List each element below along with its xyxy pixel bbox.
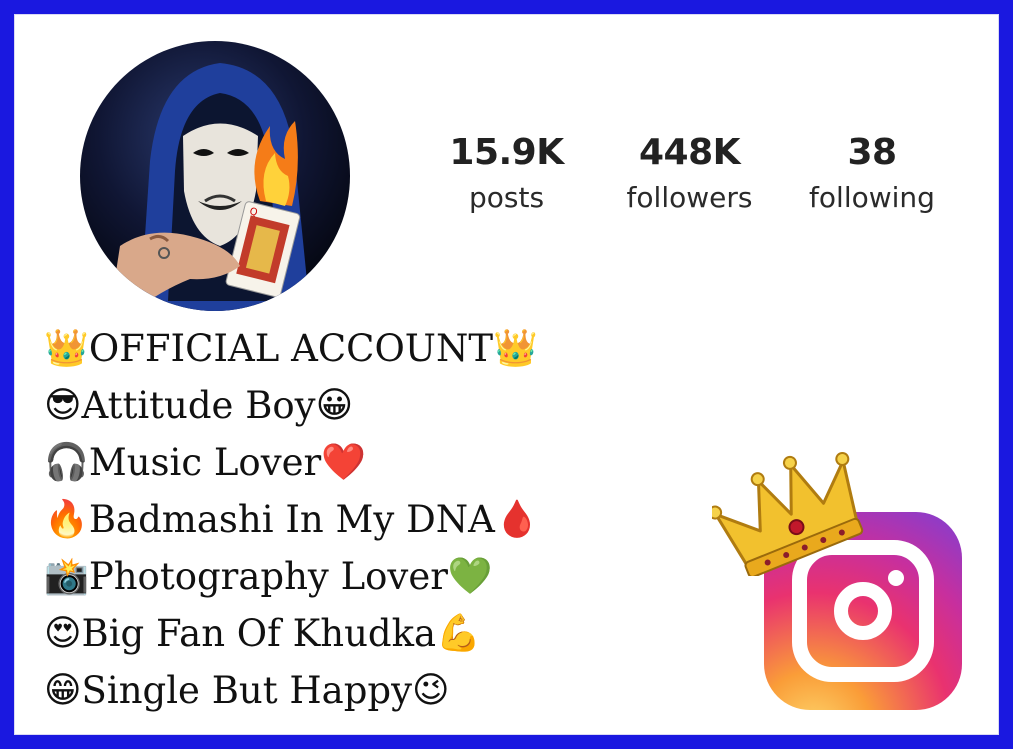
green-heart-emoji: 💚 [447, 555, 493, 597]
profile-avatar[interactable]: Q [80, 41, 350, 311]
avatar-illustration: Q [110, 63, 310, 311]
sunglasses-emoji: 😎 [44, 384, 82, 426]
posts-label: posts [468, 181, 545, 214]
headphones-emoji: 🎧 [44, 441, 89, 483]
wink-emoji: 😉 [411, 669, 450, 711]
fire-emoji: 🔥 [44, 498, 89, 540]
camera-flash-dot [888, 570, 904, 586]
crown-icon [712, 452, 864, 576]
following-count: 38 [847, 132, 897, 173]
crown-emoji: 👑 [44, 327, 89, 369]
flexed-biceps-emoji: 💪 [436, 612, 481, 654]
bio-line: 😁 Single But Happy 😉 [44, 662, 540, 719]
bio-text: OFFICIAL ACCOUNT [88, 327, 494, 370]
grin-emoji: 😀 [315, 384, 354, 426]
followers-count: 448K [638, 132, 741, 173]
bio-text: Photography Lover [88, 555, 448, 598]
heart-eyes-emoji: 😍 [44, 612, 82, 654]
bio-line: 🔥 Badmashi In My DNA 🩸 [44, 491, 540, 548]
bio-line: 😍 Big Fan Of Khudka 💪 [44, 605, 540, 662]
camera-flash-emoji: 📸 [44, 555, 89, 597]
bio-line: 🎧 Music Lover ❤️ [44, 434, 540, 491]
crown-emoji: 👑 [493, 327, 538, 369]
heart-emoji: ❤️ [321, 441, 367, 483]
bio-text: Big Fan Of Khudka [81, 612, 437, 655]
following-label: following [809, 181, 935, 214]
posts-count: 15.9K [449, 132, 564, 173]
camera-lens [834, 582, 892, 640]
stat-posts[interactable]: 15.9K posts [439, 132, 574, 214]
bio-text: Music Lover [88, 441, 322, 484]
bio-line: 📸 Photography Lover 💚 [44, 548, 540, 605]
bio-line: 👑 OFFICIAL ACCOUNT 👑 [44, 320, 540, 377]
followers-label: followers [626, 181, 753, 214]
bio-line: 😎 Attitude Boy 😀 [44, 377, 540, 434]
stat-following[interactable]: 38 following [797, 132, 947, 214]
beaming-face-emoji: 😁 [44, 669, 82, 711]
bio-text: Badmashi In My DNA [88, 498, 495, 541]
profile-bio: 👑 OFFICIAL ACCOUNT 👑 😎 Attitude Boy 😀 🎧 Music… [44, 320, 540, 719]
instagram-badge [712, 446, 982, 726]
bio-text: Attitude Boy [81, 384, 316, 427]
bio-text: Single But Happy [81, 669, 412, 712]
profile-card: Q 15.9K posts 448K followers 38 followin… [14, 14, 999, 735]
blood-drop-emoji: 🩸 [494, 498, 540, 540]
stat-followers[interactable]: 448K followers [612, 132, 767, 214]
